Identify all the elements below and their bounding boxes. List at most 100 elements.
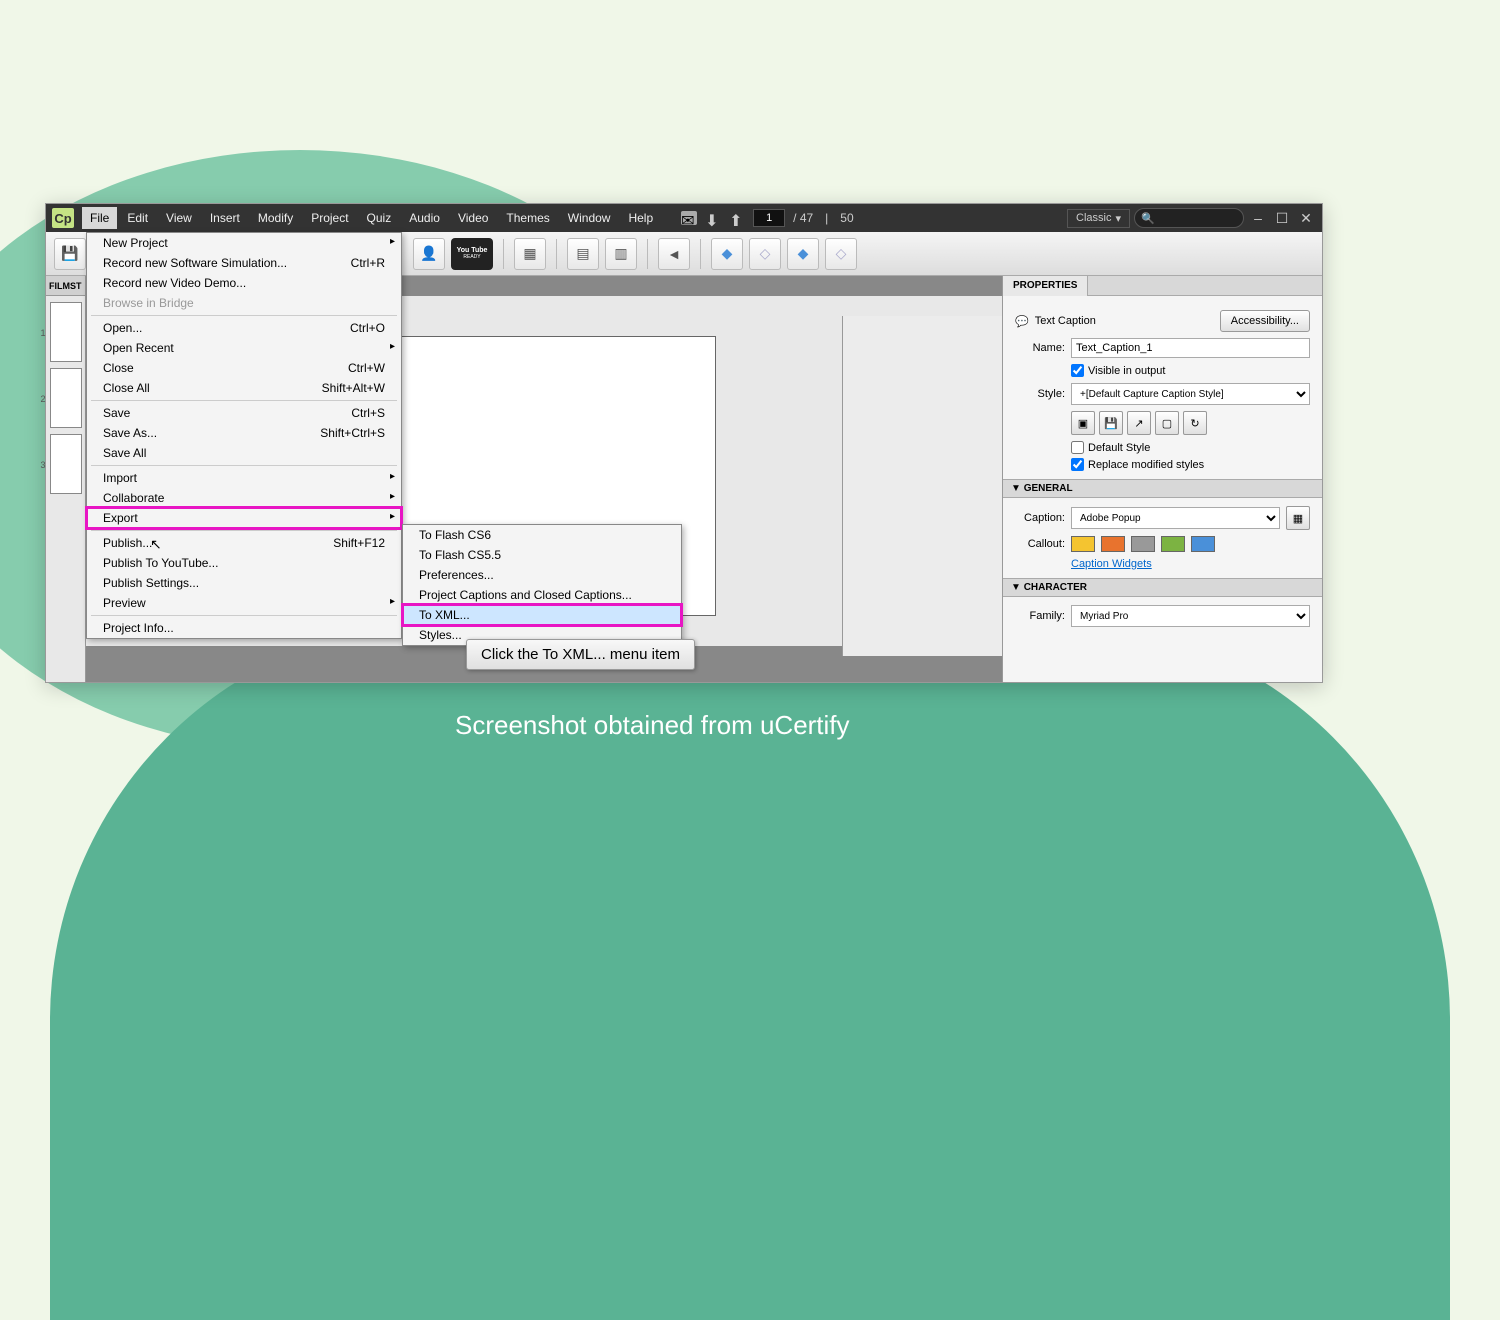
search-icon: 🔍 <box>1141 212 1155 225</box>
slide-icon[interactable]: ▦ <box>514 238 546 270</box>
menu-help[interactable]: Help <box>620 207 661 229</box>
style-btn-link[interactable]: ↗ <box>1127 411 1151 435</box>
layer1-icon[interactable]: ◆ <box>711 238 743 270</box>
instruction-tooltip: Click the To XML... menu item <box>466 639 695 670</box>
object-type: Text Caption <box>1035 315 1214 327</box>
family-select[interactable]: Myriad Pro <box>1071 605 1310 627</box>
download-icon[interactable]: ⬇ <box>705 211 721 225</box>
text-caption-icon: 💬 <box>1015 315 1029 328</box>
callout-5[interactable] <box>1191 536 1215 552</box>
slide-thumb-2[interactable]: 2 <box>50 368 82 428</box>
submenu-item-to-xml-[interactable]: To XML... <box>403 605 681 625</box>
menu-item-save-all[interactable]: Save All <box>87 443 401 463</box>
menu-item-publish-[interactable]: Publish...Shift+F12 <box>87 533 401 553</box>
menu-item-open-[interactable]: Open...Ctrl+O <box>87 318 401 338</box>
replace-modified-checkbox[interactable] <box>1071 458 1084 471</box>
style-btn-1[interactable]: ▣ <box>1071 411 1095 435</box>
menu-audio[interactable]: Audio <box>401 207 448 229</box>
grid-icon[interactable]: ▤ <box>567 238 599 270</box>
menu-item-browse-in-bridge[interactable]: Browse in Bridge <box>87 293 401 313</box>
filmstrip-header: FILMST <box>46 276 85 296</box>
cursor-icon: ↖ <box>150 536 162 553</box>
slide-thumb-3[interactable]: 3 <box>50 434 82 494</box>
character-section[interactable]: ▼ CHARACTER <box>1003 578 1322 597</box>
callout-label: Callout: <box>1015 538 1065 550</box>
name-input[interactable] <box>1071 338 1310 358</box>
mail-icon[interactable]: ✉ <box>681 211 697 225</box>
menu-view[interactable]: View <box>158 207 200 229</box>
visible-label: Visible in output <box>1088 365 1165 377</box>
accessibility-button[interactable]: Accessibility... <box>1220 310 1310 332</box>
caption-widgets-link[interactable]: Caption Widgets <box>1071 558 1310 570</box>
menu-item-close-all[interactable]: Close AllShift+Alt+W <box>87 378 401 398</box>
menu-edit[interactable]: Edit <box>119 207 156 229</box>
style-btn-refresh[interactable]: ↻ <box>1183 411 1207 435</box>
layer2-icon[interactable]: ◇ <box>749 238 781 270</box>
general-section[interactable]: ▼ GENERAL <box>1003 479 1322 498</box>
menu-file[interactable]: File <box>82 207 117 229</box>
menu-item-publish-to-youtube-[interactable]: Publish To YouTube... <box>87 553 401 573</box>
menu-item-export[interactable]: Export▸ <box>87 508 401 528</box>
zoom-level: 50 <box>840 211 853 225</box>
submenu-item-preferences-[interactable]: Preferences... <box>403 565 681 585</box>
menu-themes[interactable]: Themes <box>498 207 557 229</box>
workspace-selector[interactable]: Classic▾ <box>1067 209 1130 228</box>
submenu-item-to-flash-cs-[interactable]: To Flash CS6 <box>403 525 681 545</box>
user-icon[interactable]: 👤 <box>413 238 445 270</box>
submenu-item-to-flash-cs-[interactable]: To Flash CS5.5 <box>403 545 681 565</box>
callout-2[interactable] <box>1101 536 1125 552</box>
caption-select[interactable]: Adobe Popup <box>1071 507 1280 529</box>
layer4-icon[interactable]: ◇ <box>825 238 857 270</box>
upload-icon[interactable]: ⬆ <box>729 211 745 225</box>
family-label: Family: <box>1015 610 1065 622</box>
menu-quiz[interactable]: Quiz <box>359 207 400 229</box>
style-select[interactable]: +[Default Capture Caption Style] <box>1071 383 1310 405</box>
menu-item-new-project[interactable]: New Project▸ <box>87 233 401 253</box>
menu-item-close[interactable]: CloseCtrl+W <box>87 358 401 378</box>
callout-3[interactable] <box>1131 536 1155 552</box>
visible-checkbox[interactable] <box>1071 364 1084 377</box>
style-btn-4[interactable]: ▢ <box>1155 411 1179 435</box>
default-style-checkbox[interactable] <box>1071 441 1084 454</box>
callout-1[interactable] <box>1071 536 1095 552</box>
caption-icon-btn[interactable]: ▦ <box>1286 506 1310 530</box>
menu-item-preview[interactable]: Preview▸ <box>87 593 401 613</box>
menu-item-record-new-video-demo-[interactable]: Record new Video Demo... <box>87 273 401 293</box>
menu-item-import[interactable]: Import▸ <box>87 468 401 488</box>
menu-item-publish-settings-[interactable]: Publish Settings... <box>87 573 401 593</box>
menu-video[interactable]: Video <box>450 207 496 229</box>
youtube-button[interactable]: You TubeREADY <box>451 238 493 270</box>
menu-item-save-as-[interactable]: Save As...Shift+Ctrl+S <box>87 423 401 443</box>
menu-insert[interactable]: Insert <box>202 207 248 229</box>
menu-item-record-new-software-simulation-[interactable]: Record new Software Simulation...Ctrl+R <box>87 253 401 273</box>
save-toolbar-button[interactable]: 💾 <box>54 238 86 270</box>
layer3-icon[interactable]: ◆ <box>787 238 819 270</box>
menu-window[interactable]: Window <box>560 207 619 229</box>
replace-modified-label: Replace modified styles <box>1088 459 1204 471</box>
menu-item-project-info-[interactable]: Project Info... <box>87 618 401 638</box>
properties-panel: PROPERTIES 💬 Text Caption Accessibility.… <box>1002 276 1322 682</box>
search-box[interactable]: 🔍 <box>1134 208 1244 228</box>
menu-modify[interactable]: Modify <box>250 207 301 229</box>
callout-4[interactable] <box>1161 536 1185 552</box>
default-style-label: Default Style <box>1088 442 1150 454</box>
file-dropdown-menu: New Project▸Record new Software Simulati… <box>86 232 402 639</box>
style-label: Style: <box>1015 388 1065 400</box>
minimize-button[interactable]: – <box>1248 210 1268 226</box>
caption-label: Caption: <box>1015 512 1065 524</box>
menu-item-save[interactable]: SaveCtrl+S <box>87 403 401 423</box>
style-btn-save[interactable]: 💾 <box>1099 411 1123 435</box>
slide-thumb-1[interactable]: 1 <box>50 302 82 362</box>
menu-project[interactable]: Project <box>303 207 356 229</box>
library-mini-panel[interactable] <box>842 316 1002 656</box>
menu-item-open-recent[interactable]: Open Recent▸ <box>87 338 401 358</box>
back-icon[interactable]: ◄ <box>658 238 690 270</box>
properties-tab[interactable]: PROPERTIES <box>1003 276 1088 296</box>
close-button[interactable]: ✕ <box>1296 210 1316 226</box>
maximize-button[interactable]: ☐ <box>1272 210 1292 226</box>
layout-icon[interactable]: ▥ <box>605 238 637 270</box>
app-logo: Cp <box>52 208 74 228</box>
page-number-input[interactable] <box>753 209 785 227</box>
submenu-item-project-captions-and-closed-captions-[interactable]: Project Captions and Closed Captions... <box>403 585 681 605</box>
menu-item-collaborate[interactable]: Collaborate▸ <box>87 488 401 508</box>
